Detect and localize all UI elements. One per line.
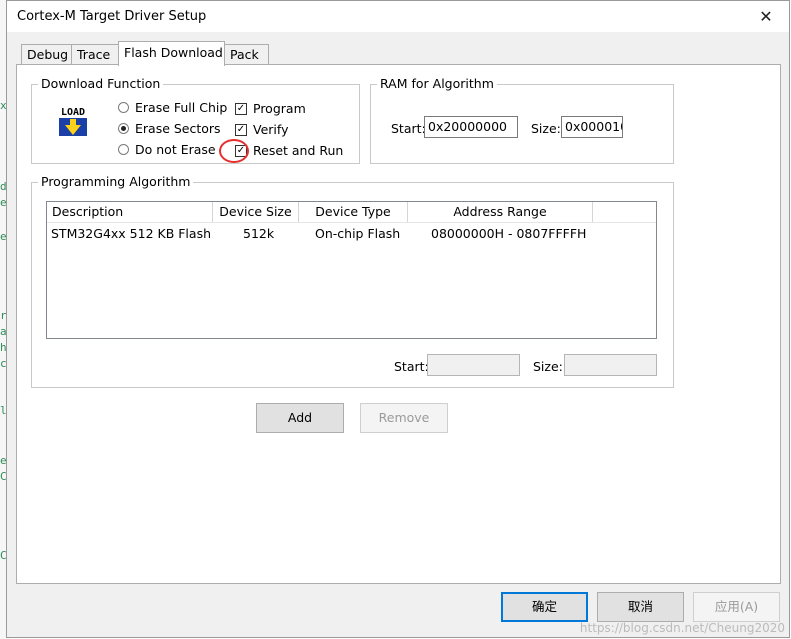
radio-do-not-erase[interactable]: Do not Erase [118, 142, 216, 157]
programming-algorithm-group: Programming Algorithm Description Device… [31, 174, 674, 388]
programming-algorithm-title: Programming Algorithm [38, 174, 194, 190]
column-address-range[interactable]: Address Range [408, 202, 593, 222]
title-bar: Cortex-M Target Driver Setup ✕ [7, 1, 789, 32]
check-program-icon: ✓ [235, 102, 247, 115]
ok-button[interactable]: 确定 [501, 592, 588, 622]
row-device-type: On-chip Flash [315, 226, 401, 241]
flash-download-panel: Download Function LOAD Erase Full Chip E… [16, 64, 781, 584]
algorithm-start-label: Start: [394, 359, 429, 374]
ram-size-input[interactable]: 0x000010 [561, 116, 623, 138]
column-device-size[interactable]: Device Size [213, 202, 299, 222]
tab-debug[interactable]: Debug [21, 44, 72, 65]
row-description: STM32G4xx 512 KB Flash [51, 226, 212, 241]
tab-flash-download[interactable]: Flash Download [118, 41, 225, 66]
load-icon-text: LOAD [61, 107, 85, 118]
algorithm-start-input[interactable] [427, 354, 520, 376]
radio-do-not-erase-label: Do not Erase [135, 142, 216, 157]
download-function-group: Download Function LOAD Erase Full Chip E… [31, 76, 360, 164]
row-device-size: 512k [243, 226, 275, 241]
algorithm-size-input[interactable] [564, 354, 657, 376]
column-description[interactable]: Description [47, 202, 213, 222]
close-icon: ✕ [759, 7, 773, 26]
close-button[interactable]: ✕ [743, 1, 789, 32]
cancel-button[interactable]: 取消 [597, 592, 684, 622]
radio-do-not-erase-indicator [118, 144, 129, 155]
check-verify-label: Verify [253, 122, 289, 137]
algorithm-size-label: Size: [533, 359, 563, 374]
check-program[interactable]: ✓ Program [235, 101, 306, 116]
radio-erase-sectors-label: Erase Sectors [135, 121, 221, 136]
load-icon: LOAD [56, 104, 90, 138]
check-verify-icon: ✓ [235, 123, 247, 136]
tab-pack[interactable]: Pack [224, 44, 269, 65]
driver-setup-dialog: Cortex-M Target Driver Setup ✕ Debug Tra… [6, 0, 790, 638]
ram-start-label: Start: [391, 121, 426, 136]
ram-for-algorithm-title: RAM for Algorithm [377, 76, 497, 92]
remove-button[interactable]: Remove [360, 403, 448, 433]
algorithm-list[interactable]: Description Device Size Device Type Addr… [46, 201, 657, 339]
tab-trace[interactable]: Trace [71, 44, 119, 65]
ram-size-label: Size: [531, 121, 561, 136]
ram-start-input[interactable]: 0x20000000 [424, 116, 518, 138]
window-title: Cortex-M Target Driver Setup [17, 9, 207, 24]
download-function-title: Download Function [38, 76, 164, 92]
radio-erase-sectors-indicator [118, 123, 129, 134]
check-reset-and-run[interactable]: ✓ Reset and Run [235, 143, 343, 158]
column-device-type[interactable]: Device Type [299, 202, 408, 222]
radio-erase-full-chip-indicator [118, 102, 129, 113]
ram-for-algorithm-group: RAM for Algorithm Start: 0x20000000 Size… [370, 76, 674, 164]
radio-erase-full-chip-label: Erase Full Chip [135, 100, 228, 115]
algorithm-list-header: Description Device Size Device Type Addr… [47, 202, 656, 223]
watermark: https://blog.csdn.net/Cheung2020 [579, 621, 785, 635]
red-annotation-circle [219, 139, 249, 163]
radio-erase-sectors[interactable]: Erase Sectors [118, 121, 221, 136]
row-address-range: 08000000H - 0807FFFFH [431, 226, 587, 241]
radio-erase-full-chip[interactable]: Erase Full Chip [118, 100, 227, 115]
check-reset-and-run-label: Reset and Run [253, 143, 344, 158]
check-program-label: Program [253, 101, 306, 116]
apply-button[interactable]: 应用(A) [693, 592, 780, 622]
check-verify[interactable]: ✓ Verify [235, 122, 288, 137]
add-button[interactable]: Add [256, 403, 344, 433]
